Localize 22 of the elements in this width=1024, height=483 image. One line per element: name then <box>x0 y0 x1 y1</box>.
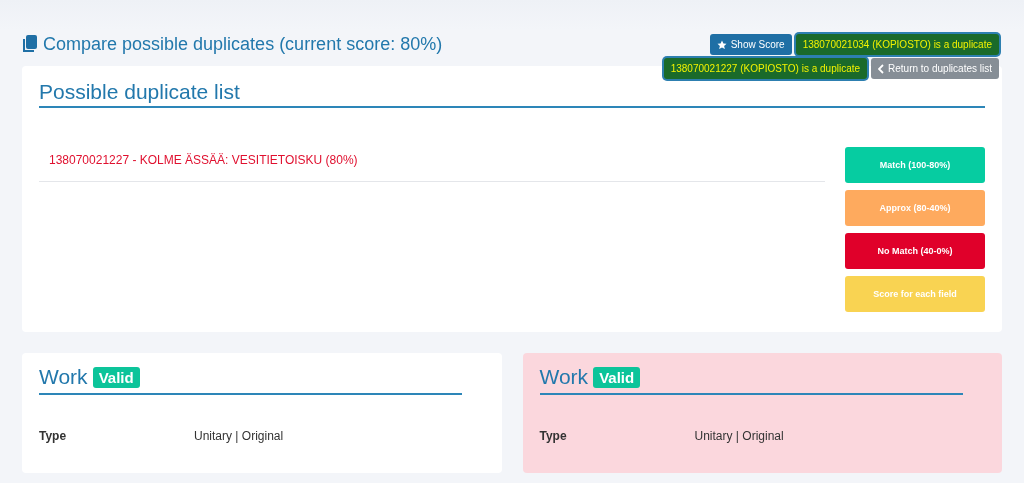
legend-item: Approx (80-40%) <box>845 190 985 226</box>
field-value: Unitary | Original <box>194 429 284 443</box>
action-button[interactable]: Return to duplicates list <box>871 58 999 79</box>
copy-icon <box>22 35 38 53</box>
action-button[interactable]: 138070021227 (KOPIOSTO) is a duplicate <box>663 58 868 79</box>
field-label: Type <box>39 429 68 443</box>
star-icon <box>716 39 727 50</box>
legend-item: Match (100-80%) <box>845 147 985 183</box>
field-label: Type <box>539 429 568 443</box>
action-button[interactable]: Show Score <box>709 34 792 55</box>
status-badge: Valid <box>593 366 641 388</box>
work-title: Work <box>39 365 88 389</box>
field-value: Unitary | Original <box>694 429 784 443</box>
work-title: Work <box>539 365 589 389</box>
page-title: Compare possible duplicates (current score: 80%) <box>43 33 443 55</box>
legend-item: No Match (40-0%) <box>845 233 985 269</box>
section-title: Possible duplicate list <box>39 80 985 108</box>
legend-item: Score for each field <box>845 276 985 312</box>
duplicate-item[interactable]: 138070021227 - KOLME ÄSSÄÄ: VESITIETOISKU (80%) <box>39 147 825 182</box>
chevron-left-icon <box>878 63 885 74</box>
status-badge: Valid <box>92 366 140 388</box>
action-button[interactable]: 138070021034 (KOPIOSTO) is a duplicate <box>795 34 999 55</box>
